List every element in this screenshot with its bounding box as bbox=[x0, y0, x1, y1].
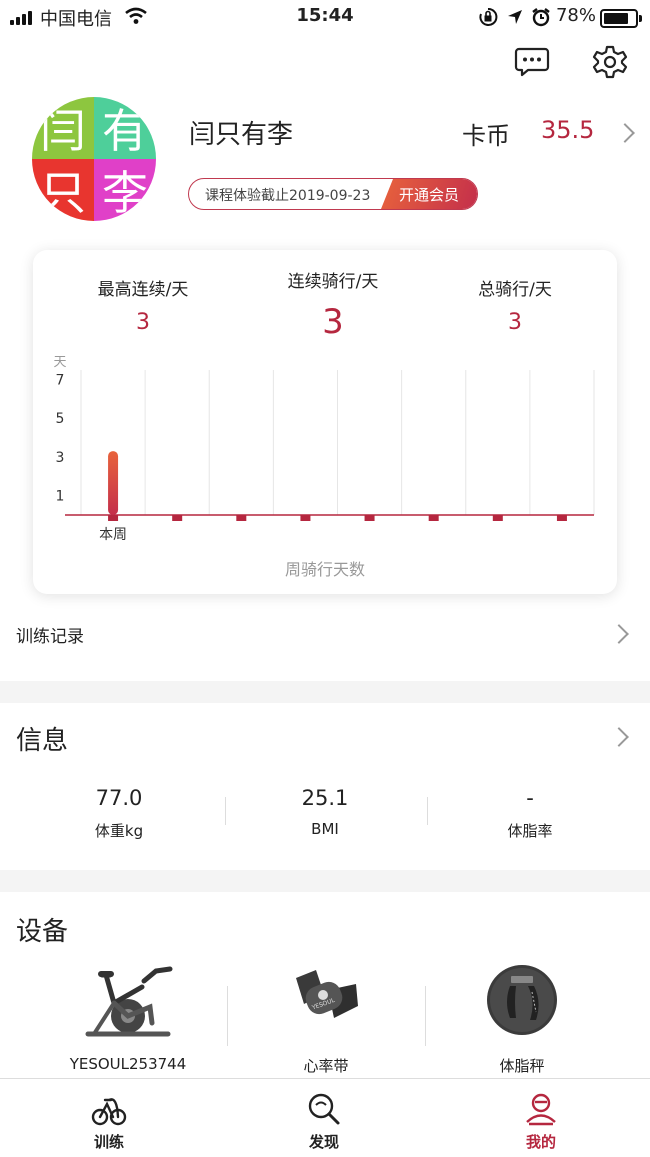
bike-device-label[interactable]: YESOUL253744 bbox=[28, 1055, 228, 1073]
tab-discover[interactable]: 发现 bbox=[274, 1131, 374, 1152]
tab-bar: 训练 发现 我的 bbox=[0, 1078, 650, 1157]
y-tick-label: 5 bbox=[56, 411, 65, 427]
body-fat-scale-icon[interactable] bbox=[484, 962, 560, 1038]
tab-training[interactable]: 训练 bbox=[59, 1131, 159, 1152]
bar-zero-marker bbox=[172, 515, 183, 521]
bar-zero-marker bbox=[492, 515, 503, 521]
y-tick-label: 1 bbox=[56, 489, 65, 505]
body-fat-value: - bbox=[526, 786, 534, 810]
bmi-label: BMI bbox=[311, 820, 339, 838]
status-bar: 中国电信 15:44 78% bbox=[0, 0, 650, 34]
open-membership-button[interactable]: 开通会员 bbox=[381, 179, 477, 209]
settings-gear-icon[interactable] bbox=[592, 44, 628, 80]
discover-icon[interactable] bbox=[306, 1092, 342, 1128]
bar-zero-marker bbox=[236, 515, 247, 521]
section-divider bbox=[0, 870, 650, 892]
battery-percent: 78% bbox=[555, 5, 596, 26]
chart-title: 周骑行天数 bbox=[284, 560, 365, 579]
heart-rate-strap-label[interactable]: 心率带 bbox=[226, 1055, 426, 1076]
y-tick-label: 3 bbox=[56, 450, 65, 466]
coin-value[interactable]: 35.5 bbox=[541, 116, 594, 144]
avatar-tile: 有 bbox=[94, 97, 156, 159]
profile-icon[interactable] bbox=[523, 1091, 559, 1127]
bar-zero-marker bbox=[428, 515, 439, 521]
divider bbox=[427, 797, 428, 825]
alarm-icon bbox=[532, 8, 550, 27]
y-tick-label: 7 bbox=[56, 372, 65, 388]
divider bbox=[425, 986, 426, 1046]
bar bbox=[108, 451, 119, 515]
tab-mine[interactable]: 我的 bbox=[491, 1131, 591, 1152]
body-fat-scale-label[interactable]: 体脂秤 bbox=[422, 1055, 622, 1076]
training-icon[interactable] bbox=[91, 1092, 127, 1128]
heart-rate-strap-icon[interactable]: YESOUL bbox=[290, 966, 362, 1028]
info-section-title: 信息 bbox=[16, 726, 69, 756]
body-fat-label: 体脂率 bbox=[507, 822, 553, 840]
avatar-tile: 李 bbox=[94, 159, 156, 221]
bar-zero-marker bbox=[364, 515, 375, 521]
y-axis-label: 天 bbox=[53, 355, 66, 370]
membership-banner[interactable]: 课程体验截止2019-09-23 开通会员 bbox=[188, 178, 478, 210]
bmi-value: 25.1 bbox=[301, 786, 349, 810]
divider bbox=[225, 797, 226, 825]
x-tick-label: 本周 bbox=[99, 527, 127, 543]
chevron-right-icon[interactable] bbox=[615, 123, 635, 143]
bar-base bbox=[108, 515, 119, 521]
bar-zero-marker bbox=[556, 515, 567, 521]
location-icon bbox=[508, 10, 522, 24]
orientation-lock-icon bbox=[479, 7, 498, 26]
divider bbox=[227, 986, 228, 1046]
weight-value: 77.0 bbox=[95, 786, 143, 810]
weight-label: 体重kg bbox=[94, 822, 144, 840]
user-name: 闫只有李 bbox=[189, 120, 294, 150]
riding-stats-card: 最高连续/天 3 连续骑行/天 3 总骑行/天 3 天 1 3 5 7 本周 周骑行天数 bbox=[33, 250, 617, 594]
bike-icon[interactable] bbox=[80, 963, 176, 1043]
section-divider bbox=[0, 681, 650, 703]
chevron-right-icon[interactable] bbox=[609, 727, 629, 747]
message-icon[interactable] bbox=[514, 46, 550, 78]
training-record-label[interactable]: 训练记录 bbox=[16, 622, 84, 647]
coin-label[interactable]: 卡币 bbox=[462, 116, 510, 151]
avatar-tile: 闫 bbox=[32, 97, 94, 159]
bar-zero-marker bbox=[300, 515, 311, 521]
chevron-right-icon[interactable] bbox=[609, 624, 629, 644]
avatar-tile: 只 bbox=[32, 159, 94, 221]
membership-expiry-text: 课程体验截止2019-09-23 bbox=[205, 188, 371, 204]
battery-icon bbox=[600, 9, 642, 28]
devices-section-title: 设备 bbox=[16, 917, 69, 947]
weekly-riding-chart: 天 1 3 5 7 本周 bbox=[53, 355, 595, 543]
clock: 15:44 bbox=[296, 5, 354, 26]
avatar[interactable]: 闫 有 只 李 bbox=[32, 97, 156, 221]
